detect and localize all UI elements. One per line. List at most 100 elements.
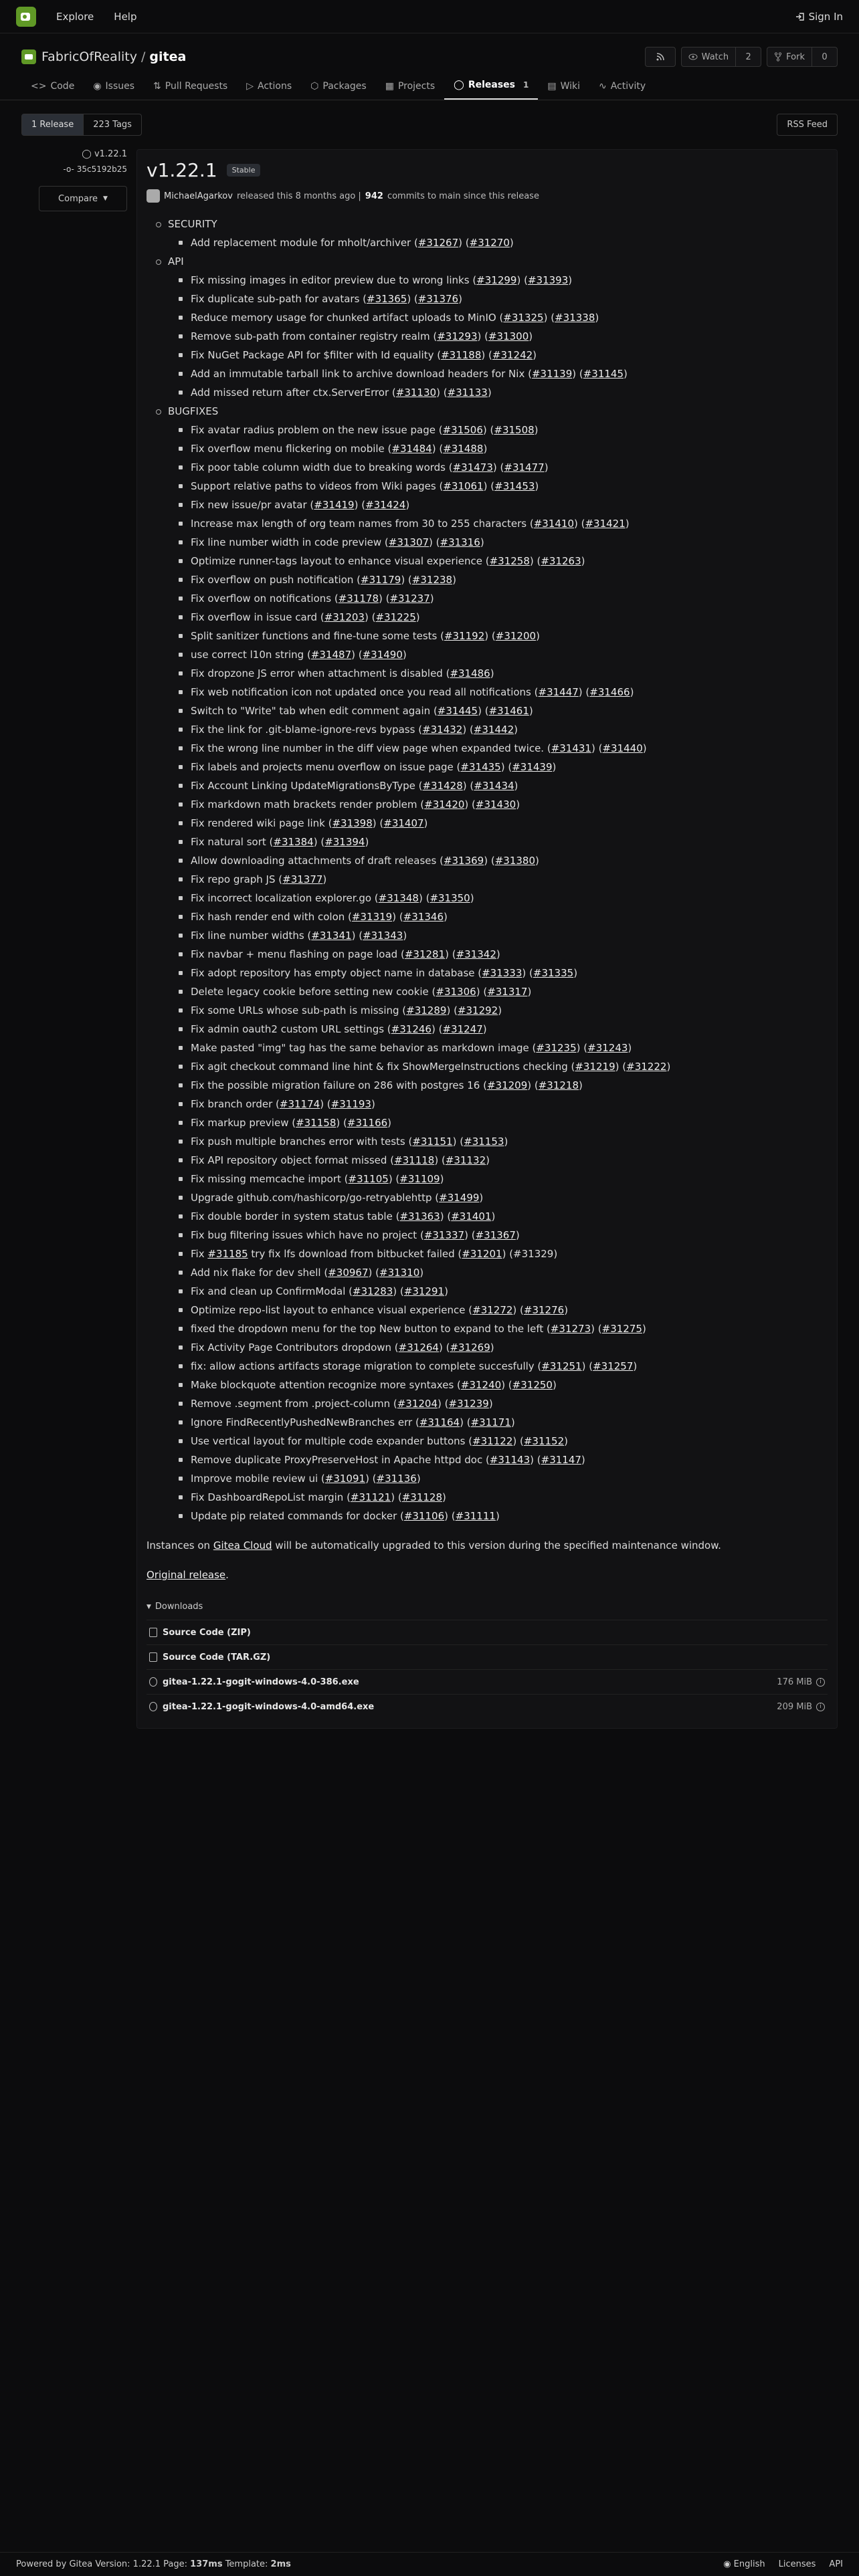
watch-button[interactable]: Watch (680, 47, 737, 67)
pr-link[interactable]: #31377 (282, 873, 322, 885)
tab-issues[interactable]: ◉ Issues (84, 81, 144, 100)
pr-link[interactable]: #31061 (443, 480, 483, 492)
pr-link[interactable]: #31105 (349, 1173, 389, 1185)
pr-link[interactable]: #31473 (453, 461, 493, 473)
pr-link[interactable]: #31477 (504, 461, 544, 473)
pr-link[interactable]: #31407 (383, 817, 423, 829)
pr-link[interactable]: #31267 (418, 237, 458, 249)
pr-link[interactable]: #31235 (536, 1042, 576, 1054)
download-name[interactable]: gitea-1.22.1-gogit-windows-4.0-amd64.exe (163, 1702, 374, 1712)
pr-link[interactable]: #31251 (541, 1360, 581, 1372)
pr-link[interactable]: #31410 (534, 518, 574, 530)
pr-link[interactable]: #31487 (311, 649, 351, 661)
pr-link[interactable]: #31394 (324, 836, 365, 848)
original-release-link[interactable]: Original release (147, 1569, 225, 1581)
pr-link[interactable]: #31486 (450, 667, 490, 679)
sign-in-link[interactable]: Sign In (795, 11, 843, 23)
pr-link[interactable]: #31153 (464, 1136, 504, 1148)
pr-link[interactable]: #31461 (489, 705, 529, 717)
pr-link[interactable]: #31109 (399, 1173, 440, 1185)
pr-link[interactable]: #31122 (472, 1435, 512, 1447)
download-row[interactable]: gitea-1.22.1-gogit-windows-4.0-386.exe 1… (147, 1669, 828, 1694)
pr-link[interactable]: #31317 (487, 986, 527, 998)
download-row[interactable]: Source Code (ZIP) (147, 1620, 828, 1644)
pr-link[interactable]: #31171 (471, 1416, 511, 1428)
pr-link[interactable]: #31281 (405, 948, 445, 960)
release-tag-link[interactable]: ◯ v1.22.1 (21, 149, 136, 159)
pr-link[interactable]: #31136 (377, 1473, 417, 1485)
pr-link[interactable]: #31333 (482, 967, 522, 979)
pr-link[interactable]: #31435 (460, 761, 500, 773)
pr-link[interactable]: #31432 (422, 724, 462, 736)
pr-link[interactable]: #31300 (488, 330, 529, 342)
pr-link[interactable]: #31442 (474, 724, 514, 736)
download-name[interactable]: Source Code (ZIP) (163, 1628, 251, 1638)
pr-link[interactable]: #31222 (626, 1061, 666, 1073)
pr-link[interactable]: #31293 (437, 330, 477, 342)
nav-help[interactable]: Help (114, 11, 136, 23)
pr-link[interactable]: #31130 (396, 387, 436, 399)
releases-count-button[interactable]: 1 Release (22, 114, 84, 135)
pr-link[interactable]: #31393 (528, 274, 568, 286)
pr-link[interactable]: #31185 (207, 1248, 248, 1260)
pr-link[interactable]: #31348 (379, 892, 419, 904)
info-icon[interactable]: i (816, 1677, 825, 1687)
pr-link[interactable]: #31111 (456, 1510, 496, 1522)
pr-link[interactable]: #31219 (575, 1061, 615, 1073)
pr-link[interactable]: #31276 (524, 1304, 564, 1316)
pr-link[interactable]: #31376 (418, 293, 458, 305)
pr-link[interactable]: #31145 (583, 368, 624, 380)
pr-link[interactable]: #31179 (361, 574, 401, 586)
pr-link[interactable]: #31166 (347, 1117, 387, 1129)
pr-link[interactable]: #31384 (273, 836, 313, 848)
pr-link[interactable]: #31239 (449, 1398, 489, 1410)
pr-link[interactable]: #31346 (403, 911, 444, 923)
author-link[interactable]: MichaelAgarkov (164, 191, 233, 201)
pr-link[interactable]: #30967 (328, 1267, 368, 1279)
pr-link[interactable]: #31263 (541, 555, 581, 567)
pr-link[interactable]: #31269 (450, 1341, 490, 1354)
pr-link[interactable]: #31343 (363, 930, 403, 942)
pr-link[interactable]: #31434 (474, 780, 514, 792)
pr-link[interactable]: #31164 (419, 1416, 460, 1428)
pr-link[interactable]: #31188 (441, 349, 481, 361)
pr-link[interactable]: #31421 (585, 518, 625, 530)
pr-link[interactable]: #31430 (476, 798, 516, 811)
pr-link[interactable]: #31178 (339, 593, 379, 605)
downloads-toggle[interactable]: ▼ Downloads (147, 1594, 828, 1620)
pr-link[interactable]: #31447 (539, 686, 579, 698)
pr-link[interactable]: #31424 (365, 499, 405, 511)
fork-button[interactable]: Fork (767, 47, 812, 67)
pr-link[interactable]: #31307 (389, 536, 429, 548)
gitea-cloud-link[interactable]: Gitea Cloud (213, 1539, 272, 1551)
pr-link[interactable]: #31367 (476, 1229, 516, 1241)
tab-actions[interactable]: ▷ Actions (237, 81, 301, 100)
pr-link[interactable]: #31419 (314, 499, 354, 511)
pr-link[interactable]: #31174 (280, 1098, 320, 1110)
pr-link[interactable]: #31310 (379, 1267, 419, 1279)
rss-feed-button[interactable]: RSS Feed (777, 114, 838, 136)
pr-link[interactable]: #31264 (399, 1341, 439, 1354)
pr-link[interactable]: #31257 (593, 1360, 633, 1372)
pr-link[interactable]: #31243 (587, 1042, 628, 1054)
compare-button[interactable]: Compare ▼ (39, 186, 127, 211)
language-selector[interactable]: ◉ English (723, 2559, 765, 2569)
pr-link[interactable]: #31121 (351, 1491, 391, 1503)
pr-link[interactable]: #31204 (397, 1398, 438, 1410)
pr-link[interactable]: #31488 (443, 443, 483, 455)
pr-link[interactable]: #31401 (451, 1210, 491, 1222)
gitea-logo-icon[interactable] (16, 6, 36, 27)
pr-link[interactable]: #31398 (332, 817, 372, 829)
download-row[interactable]: gitea-1.22.1-gogit-windows-4.0-amd64.exe… (147, 1694, 828, 1719)
pr-link[interactable]: #31283 (353, 1285, 393, 1297)
pr-link[interactable]: #31453 (494, 480, 535, 492)
pr-link[interactable]: #31242 (492, 349, 533, 361)
pr-link[interactable]: #31192 (444, 630, 484, 642)
pr-link[interactable]: #31147 (541, 1454, 581, 1466)
pr-link[interactable]: #31246 (391, 1023, 432, 1035)
pr-link[interactable]: #31133 (448, 387, 488, 399)
pr-link[interactable]: #31325 (503, 312, 543, 324)
download-name[interactable]: gitea-1.22.1-gogit-windows-4.0-386.exe (163, 1677, 359, 1687)
pr-link[interactable]: #31506 (443, 424, 483, 436)
pr-link[interactable]: #31272 (472, 1304, 512, 1316)
